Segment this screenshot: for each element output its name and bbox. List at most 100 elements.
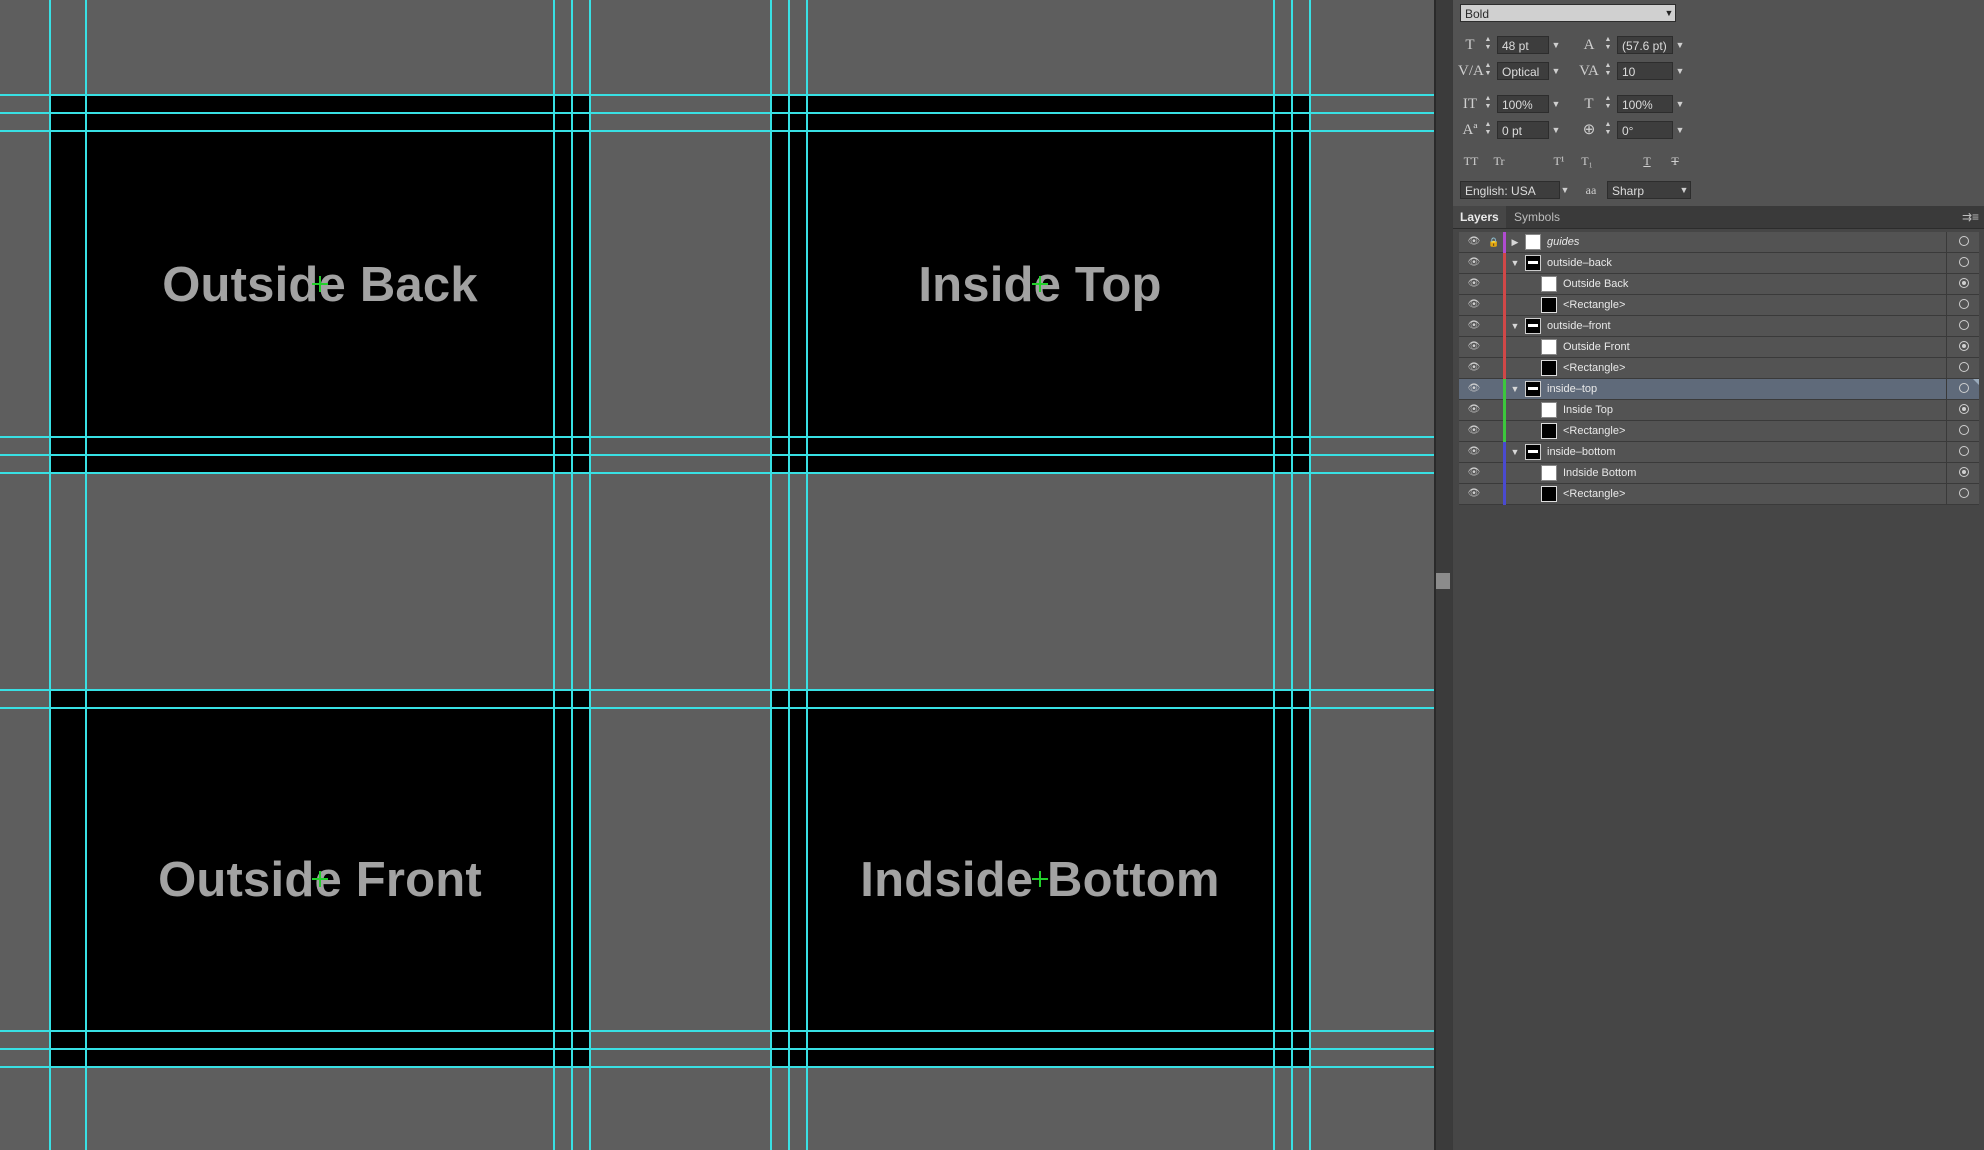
layer-name[interactable]: <Rectangle>	[1563, 358, 1625, 378]
layer-name[interactable]: <Rectangle>	[1563, 421, 1625, 441]
guide-horizontal[interactable]	[0, 707, 1434, 709]
all-caps-button[interactable]: TT	[1459, 151, 1483, 171]
scrollbar-thumb[interactable]	[1436, 573, 1450, 589]
visibility-eye-icon[interactable]: 👁	[1467, 467, 1481, 479]
visibility-eye-icon[interactable]: 👁	[1467, 488, 1481, 500]
sublayer-row[interactable]: 👁 Indside Bottom	[1459, 463, 1979, 484]
guide-horizontal[interactable]	[0, 1048, 1434, 1050]
layer-name[interactable]: <Rectangle>	[1563, 295, 1625, 315]
guide-vertical[interactable]	[1291, 0, 1293, 1150]
chevron-down-icon[interactable]: ▼	[1673, 36, 1687, 54]
guide-horizontal[interactable]	[0, 472, 1434, 474]
guide-horizontal[interactable]	[0, 130, 1434, 132]
chevron-down-icon[interactable]: ▼	[1549, 121, 1563, 139]
layer-name[interactable]: Outside Front	[1563, 337, 1630, 357]
language-select[interactable]: English: USA	[1460, 181, 1560, 199]
target-circle-icon[interactable]	[1959, 488, 1969, 498]
guide-vertical[interactable]	[571, 0, 573, 1150]
chevron-down-icon[interactable]: ▼	[1549, 95, 1563, 113]
guide-vertical[interactable]	[806, 0, 808, 1150]
small-caps-button[interactable]: Tr	[1487, 151, 1511, 171]
layer-row[interactable]: 👁 ▼ outside–back	[1459, 253, 1979, 274]
chevron-down-icon[interactable]: ▼	[1549, 62, 1563, 80]
layer-name[interactable]: <Rectangle>	[1563, 484, 1625, 504]
visibility-eye-icon[interactable]: 👁	[1467, 383, 1481, 395]
target-circle-icon[interactable]	[1959, 467, 1969, 477]
visibility-eye-icon[interactable]: 👁	[1467, 425, 1481, 437]
guide-vertical[interactable]	[770, 0, 772, 1150]
layer-name[interactable]: Inside Top	[1563, 400, 1613, 420]
layer-row[interactable]: 👁 ▼ inside–bottom	[1459, 442, 1979, 463]
guide-vertical[interactable]	[1309, 0, 1311, 1150]
guide-horizontal[interactable]	[0, 94, 1434, 96]
target-circle-icon[interactable]	[1959, 299, 1969, 309]
target-circle-icon[interactable]	[1959, 446, 1969, 456]
visibility-eye-icon[interactable]: 👁	[1467, 320, 1481, 332]
strikethrough-button[interactable]: T	[1663, 151, 1687, 171]
layer-row[interactable]: 👁 ▼ inside–top	[1459, 379, 1979, 400]
chevron-down-icon[interactable]: ▼	[1673, 121, 1687, 139]
visibility-eye-icon[interactable]: 👁	[1467, 341, 1481, 353]
layer-name[interactable]: inside–top	[1547, 379, 1597, 399]
sublayer-row[interactable]: 👁 <Rectangle>	[1459, 484, 1979, 505]
chevron-down-icon[interactable]: ▼	[1677, 181, 1691, 199]
target-circle-icon[interactable]	[1959, 257, 1969, 267]
leading-stepper[interactable]: ▲ ▼	[1603, 36, 1613, 54]
layer-name[interactable]: Indside Bottom	[1563, 463, 1636, 483]
target-circle-icon[interactable]	[1959, 362, 1969, 372]
layer-name[interactable]: outside–back	[1547, 253, 1612, 273]
guide-horizontal[interactable]	[0, 1066, 1434, 1068]
font-style-select[interactable]: Bold	[1460, 4, 1676, 22]
horizontal-scale-stepper[interactable]: ▲ ▼	[1603, 95, 1613, 113]
target-circle-icon[interactable]	[1959, 278, 1969, 288]
guide-horizontal[interactable]	[0, 436, 1434, 438]
visibility-eye-icon[interactable]: 👁	[1467, 278, 1481, 290]
visibility-eye-icon[interactable]: 👁	[1467, 446, 1481, 458]
leading-field[interactable]: (57.6 pt)	[1617, 36, 1673, 54]
underline-button[interactable]: T	[1635, 151, 1659, 171]
sublayer-row[interactable]: 👁 Outside Back	[1459, 274, 1979, 295]
tab-layers[interactable]: Layers	[1453, 206, 1506, 228]
kerning-field[interactable]: Optical	[1497, 62, 1549, 80]
vertical-scale-stepper[interactable]: ▲ ▼	[1483, 95, 1493, 113]
font-size-field[interactable]: 48 pt	[1497, 36, 1549, 54]
tab-symbols[interactable]: Symbols	[1507, 206, 1567, 228]
guide-horizontal[interactable]	[0, 112, 1434, 114]
guide-vertical[interactable]	[1273, 0, 1275, 1150]
tracking-field[interactable]: 10	[1617, 62, 1673, 80]
guide-vertical[interactable]	[85, 0, 87, 1150]
rotation-field[interactable]: 0°	[1617, 121, 1673, 139]
visibility-eye-icon[interactable]: 👁	[1467, 299, 1481, 311]
layer-name[interactable]: Outside Back	[1563, 274, 1628, 294]
kerning-stepper[interactable]: ▲ ▼	[1483, 62, 1493, 80]
target-circle-icon[interactable]	[1959, 425, 1969, 435]
horizontal-scale-field[interactable]: 100%	[1617, 95, 1673, 113]
chevron-down-icon[interactable]: ▼	[1509, 446, 1521, 458]
rotation-stepper[interactable]: ▲ ▼	[1603, 121, 1613, 139]
subscript-button[interactable]: T₁	[1575, 151, 1599, 171]
tracking-stepper[interactable]: ▲ ▼	[1603, 62, 1613, 80]
chevron-down-icon[interactable]: ▼	[1509, 257, 1521, 269]
font-size-stepper[interactable]: ▲ ▼	[1483, 36, 1493, 54]
chevron-down-icon[interactable]: ▼	[1549, 36, 1563, 54]
sublayer-row[interactable]: 👁 Inside Top	[1459, 400, 1979, 421]
target-circle-icon[interactable]	[1959, 383, 1969, 393]
chevron-down-icon[interactable]: ▼	[1662, 4, 1676, 22]
target-circle-icon[interactable]	[1959, 320, 1969, 330]
artboard-canvas[interactable]: Outside Back Inside Top Outside Front In…	[0, 0, 1434, 1150]
chevron-down-icon[interactable]: ▼	[1673, 62, 1687, 80]
guide-vertical[interactable]	[49, 0, 51, 1150]
layer-row[interactable]: 👁 🔒 ▶ guides	[1459, 232, 1979, 253]
visibility-eye-icon[interactable]: 👁	[1467, 362, 1481, 374]
sublayer-row[interactable]: 👁 <Rectangle>	[1459, 358, 1979, 379]
chevron-down-icon[interactable]: ▼	[1673, 95, 1687, 113]
guide-vertical[interactable]	[788, 0, 790, 1150]
target-circle-icon[interactable]	[1959, 341, 1969, 351]
layer-name[interactable]: outside–front	[1547, 316, 1611, 336]
visibility-eye-icon[interactable]: 👁	[1467, 404, 1481, 416]
visibility-eye-icon[interactable]: 👁	[1467, 257, 1481, 269]
sublayer-row[interactable]: 👁 Outside Front	[1459, 337, 1979, 358]
chevron-right-icon[interactable]: ▶	[1509, 236, 1521, 248]
target-circle-icon[interactable]	[1959, 404, 1969, 414]
sublayer-row[interactable]: 👁 <Rectangle>	[1459, 421, 1979, 442]
